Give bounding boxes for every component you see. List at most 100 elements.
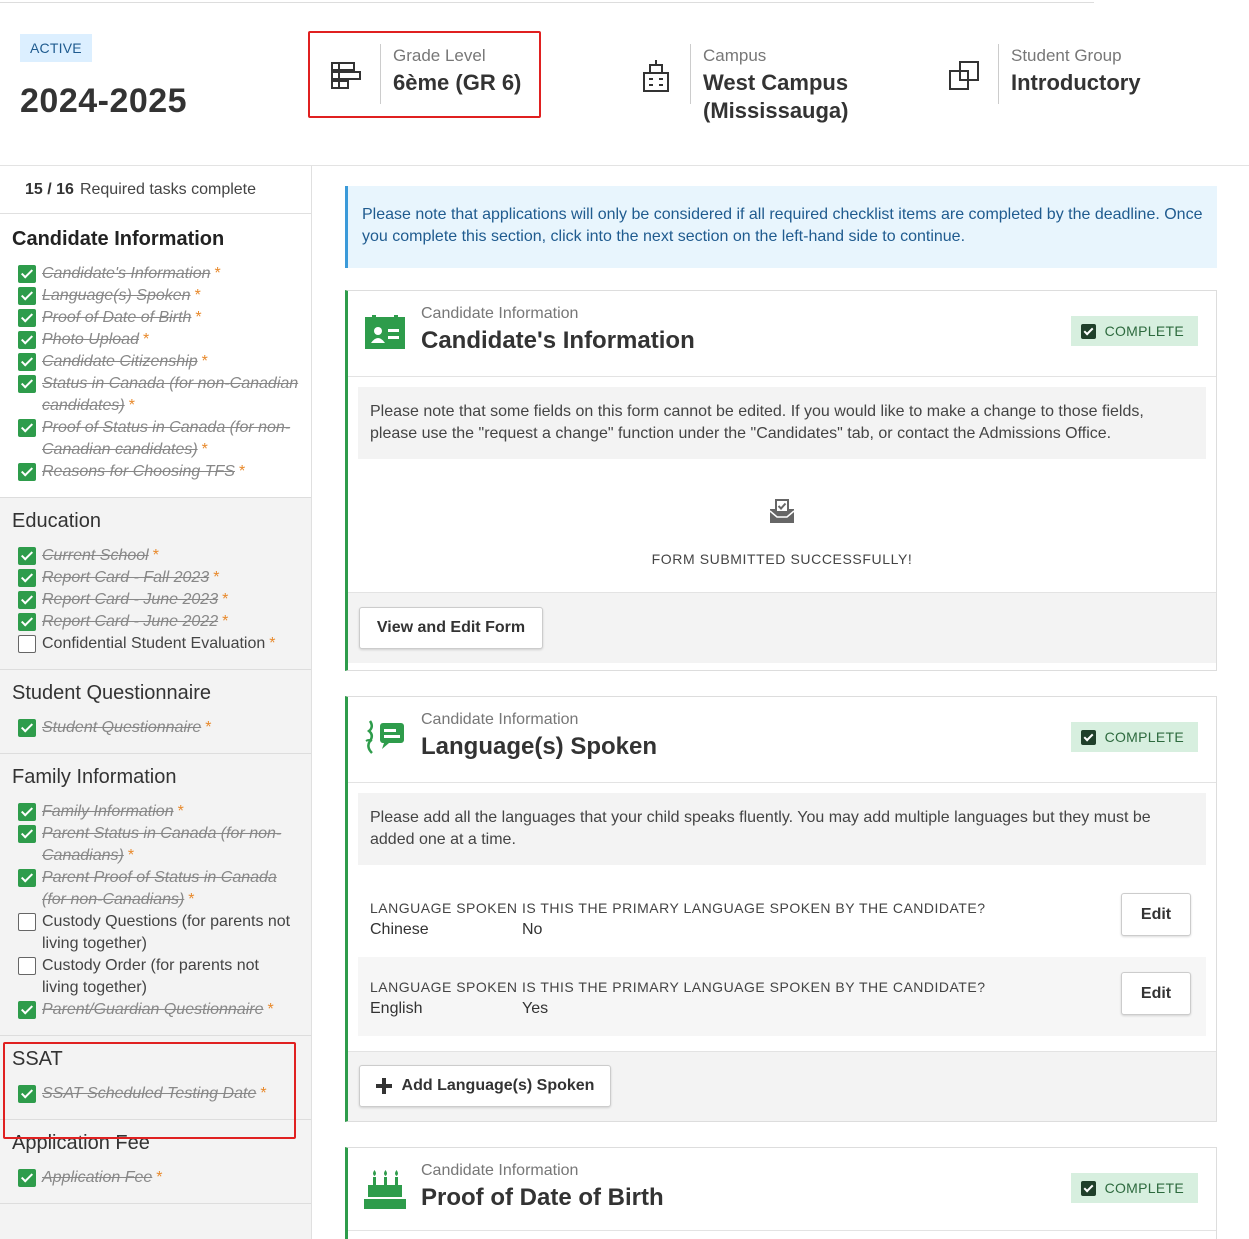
required-marker: * <box>201 353 208 370</box>
complete-badge: COMPLETE <box>1070 1173 1198 1203</box>
highlight-grade-level <box>308 31 541 118</box>
student-group-label: Student Group <box>1011 46 1122 65</box>
group-icon <box>944 56 984 96</box>
task-label-text: Status in Canada (for non-Canadian candi… <box>42 375 299 414</box>
checklist-task[interactable]: Application Fee * <box>12 1167 299 1189</box>
checklist-task[interactable]: Current School * <box>12 545 299 567</box>
check-icon <box>1080 729 1096 745</box>
language-col-label: LANGUAGE SPOKEN <box>370 900 518 916</box>
info-divider <box>998 44 999 104</box>
checklist-section-title[interactable]: Education <box>12 510 299 533</box>
checklist-task-label: Report Card - Fall 2023 * <box>42 567 219 589</box>
card-footer: Add Language(s) Spoken <box>348 1051 1216 1121</box>
checklist-task[interactable]: Custody Order (for parents not living to… <box>12 955 299 999</box>
language-row: LANGUAGE SPOKEN IS THIS THE PRIMARY LANG… <box>358 957 1206 1036</box>
checklist-task[interactable]: Custody Questions (for parents not livin… <box>12 911 299 955</box>
required-marker: * <box>267 1001 274 1018</box>
checked-checkbox-icon <box>18 309 36 327</box>
checklist-task[interactable]: Photo Upload * <box>12 329 299 351</box>
checklist-section: Education Current School * Report Card - Fa… <box>0 498 311 670</box>
checklist-task[interactable]: Report Card - June 2023 * <box>12 589 299 611</box>
checklist-section-title[interactable]: Student Questionnaire <box>12 682 299 705</box>
checklist-task-label: Status in Canada (for non-Canadian candi… <box>42 373 299 417</box>
checked-checkbox-icon <box>18 869 36 887</box>
checklist-task[interactable]: Reasons for Choosing TFS * <box>12 461 299 483</box>
checklist-section-title[interactable]: Family Information <box>12 766 299 789</box>
checklist-section: Student Questionnaire Student Questionnai… <box>0 670 311 754</box>
primary-col-label: IS THIS THE PRIMARY LANGUAGE SPOKEN BY T… <box>522 900 986 916</box>
checklist-task[interactable]: Report Card - June 2022 * <box>12 611 299 633</box>
campus-block: Campus West Campus (Mississauga) <box>636 44 849 125</box>
card-title: Language(s) Spoken <box>421 733 658 760</box>
checklist-task-label: Parent Status in Canada (for non-Canadia… <box>42 823 299 867</box>
checklist-task[interactable]: Language(s) Spoken * <box>12 285 299 307</box>
id-card-icon <box>364 311 406 353</box>
card-title: Proof of Date of Birth <box>421 1184 664 1211</box>
checklist-task-label: Parent Proof of Status in Canada (for no… <box>42 867 299 911</box>
languages-card: Candidate Information Language(s) Spoken… <box>345 696 1217 1122</box>
checked-checkbox-icon <box>18 1001 36 1019</box>
campus-label: Campus <box>703 46 767 65</box>
card-subtitle: Candidate Information <box>421 305 579 322</box>
card-subtitle: Candidate Information <box>421 711 579 728</box>
card-header: Candidate Information Candidate's Inform… <box>348 291 1216 377</box>
checklist-section: Candidate Information Candidate's Informa… <box>0 214 311 498</box>
checked-checkbox-icon <box>18 331 36 349</box>
required-marker: * <box>142 331 150 348</box>
checklist-task[interactable]: Parent/Guardian Questionnaire * <box>12 999 299 1021</box>
plus-icon <box>375 1078 392 1094</box>
checklist-task-label: Custody Questions (for parents not livin… <box>42 911 299 955</box>
view-edit-form-button[interactable]: View and Edit Form <box>359 607 543 649</box>
unchecked-checkbox-icon <box>18 913 36 931</box>
language-value: Chinese <box>370 921 429 938</box>
candidate-info-card: Candidate Information Candidate's Inform… <box>345 290 1217 671</box>
form-success-text: FORM SUBMITTED SUCCESSFULLY! <box>651 551 913 567</box>
checklist-task[interactable]: Proof of Status in Canada (for non-Canad… <box>12 417 299 461</box>
task-label-text: Candidate Citizenship <box>42 353 198 370</box>
checked-checkbox-icon <box>18 287 36 305</box>
checked-checkbox-icon <box>18 463 36 481</box>
checklist-task[interactable]: Status in Canada (for non-Canadian candi… <box>12 373 299 417</box>
checklist-task[interactable]: Proof of Date of Birth * <box>12 307 299 329</box>
checklist-section-title[interactable]: Candidate Information <box>12 228 299 251</box>
checklist-task[interactable]: Confidential Student Evaluation * <box>12 633 299 655</box>
task-label-text: Report Card - June 2023 <box>42 591 219 608</box>
checklist-task[interactable]: Student Questionnaire * <box>12 717 299 739</box>
checklist-task-label: Proof of Date of Birth * <box>42 307 202 329</box>
required-marker: * <box>188 891 195 908</box>
task-label-text: Custody Questions (for parents not livin… <box>42 913 291 952</box>
complete-badge-label: COMPLETE <box>1104 729 1184 745</box>
add-language-button[interactable]: Add Language(s) Spoken <box>359 1065 611 1107</box>
checklist-task[interactable]: Family Information * <box>12 801 299 823</box>
required-marker: * <box>127 847 135 864</box>
progress-count: 15 / 16 <box>25 181 74 198</box>
task-label-text: Current School <box>42 547 149 564</box>
edit-language-button[interactable]: Edit <box>1121 893 1191 936</box>
checked-checkbox-icon <box>18 547 36 565</box>
deadline-notice: Please note that applications will only … <box>345 186 1217 268</box>
required-marker: * <box>177 803 184 820</box>
required-marker: * <box>222 591 229 608</box>
task-label-text: Report Card - Fall 2023 <box>42 569 210 586</box>
primary-col-label: IS THIS THE PRIMARY LANGUAGE SPOKEN BY T… <box>522 979 986 995</box>
checklist-task[interactable]: Candidate Citizenship * <box>12 351 299 373</box>
form-success-area: FORM SUBMITTED SUCCESSFULLY! <box>348 459 1216 593</box>
card-title: Candidate's Information <box>421 327 695 354</box>
campus-value-line1: West Campus <box>703 70 849 95</box>
edit-language-button[interactable]: Edit <box>1121 972 1191 1015</box>
checklist-section: Family Information Family Information * Par… <box>0 754 311 1036</box>
inbox-check-icon <box>768 497 796 530</box>
required-marker: * <box>128 397 135 414</box>
checklist-task[interactable]: Candidate's Information * <box>12 263 299 285</box>
check-icon <box>1080 323 1096 339</box>
checklist-task-label: Reasons for Choosing TFS * <box>42 461 245 483</box>
check-icon <box>1080 1180 1096 1196</box>
task-label-text: Parent/Guardian Questionnaire <box>42 1001 264 1018</box>
card-note: Please note that some fields on this for… <box>358 387 1206 459</box>
progress-summary: 15 / 16 Required tasks complete <box>0 166 311 214</box>
checklist-task[interactable]: Parent Status in Canada (for non-Canadia… <box>12 823 299 867</box>
checklist-task-label: Candidate Citizenship * <box>42 351 208 373</box>
info-divider <box>690 44 691 104</box>
checklist-task[interactable]: Report Card - Fall 2023 * <box>12 567 299 589</box>
checklist-task[interactable]: Parent Proof of Status in Canada (for no… <box>12 867 299 911</box>
